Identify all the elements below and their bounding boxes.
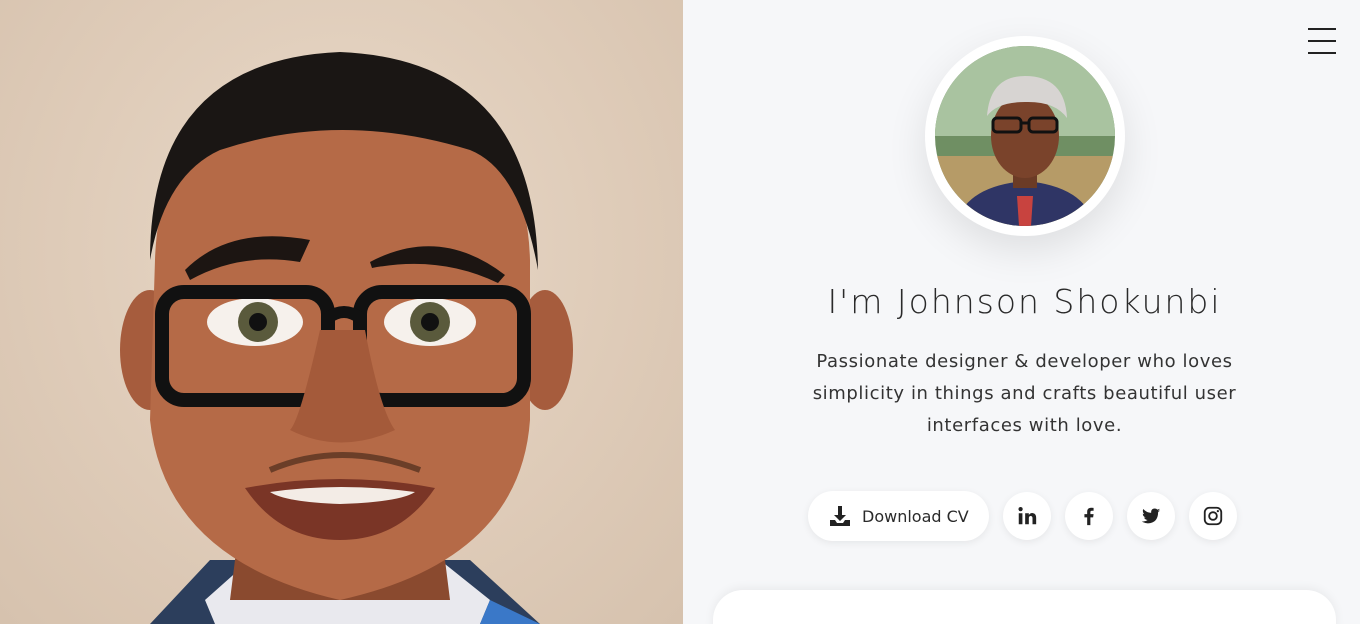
page-title: I'm Johnson Shokunbi xyxy=(827,282,1222,321)
facebook-button[interactable] xyxy=(1064,492,1113,540)
linkedin-icon xyxy=(1018,507,1036,525)
menu-line xyxy=(1308,52,1336,54)
cartoon-portrait-illustration xyxy=(120,52,573,624)
linkedin-button[interactable] xyxy=(1002,492,1051,540)
profile-photo-illustration xyxy=(935,46,1115,226)
menu-line xyxy=(1308,40,1336,42)
avatar xyxy=(925,36,1125,236)
bio-text: Passionate designer & developer who love… xyxy=(812,351,1237,436)
twitter-icon xyxy=(1141,508,1160,524)
instagram-icon xyxy=(1203,506,1222,526)
download-icon xyxy=(830,506,850,526)
profile-photo xyxy=(935,46,1115,226)
menu-line xyxy=(1308,28,1336,30)
download-cv-label: Download CV xyxy=(862,506,969,526)
intro-section: I'm Johnson Shokunbi Passionate designer… xyxy=(683,0,1360,624)
hero-portrait-image xyxy=(0,0,683,624)
hamburger-menu-icon[interactable] xyxy=(1308,28,1338,54)
content-card xyxy=(713,590,1336,624)
twitter-button[interactable] xyxy=(1126,492,1175,540)
action-bar: Download CV xyxy=(808,491,1251,541)
instagram-button[interactable] xyxy=(1188,492,1237,540)
download-cv-button[interactable]: Download CV xyxy=(808,491,989,541)
facebook-icon xyxy=(1084,507,1094,526)
